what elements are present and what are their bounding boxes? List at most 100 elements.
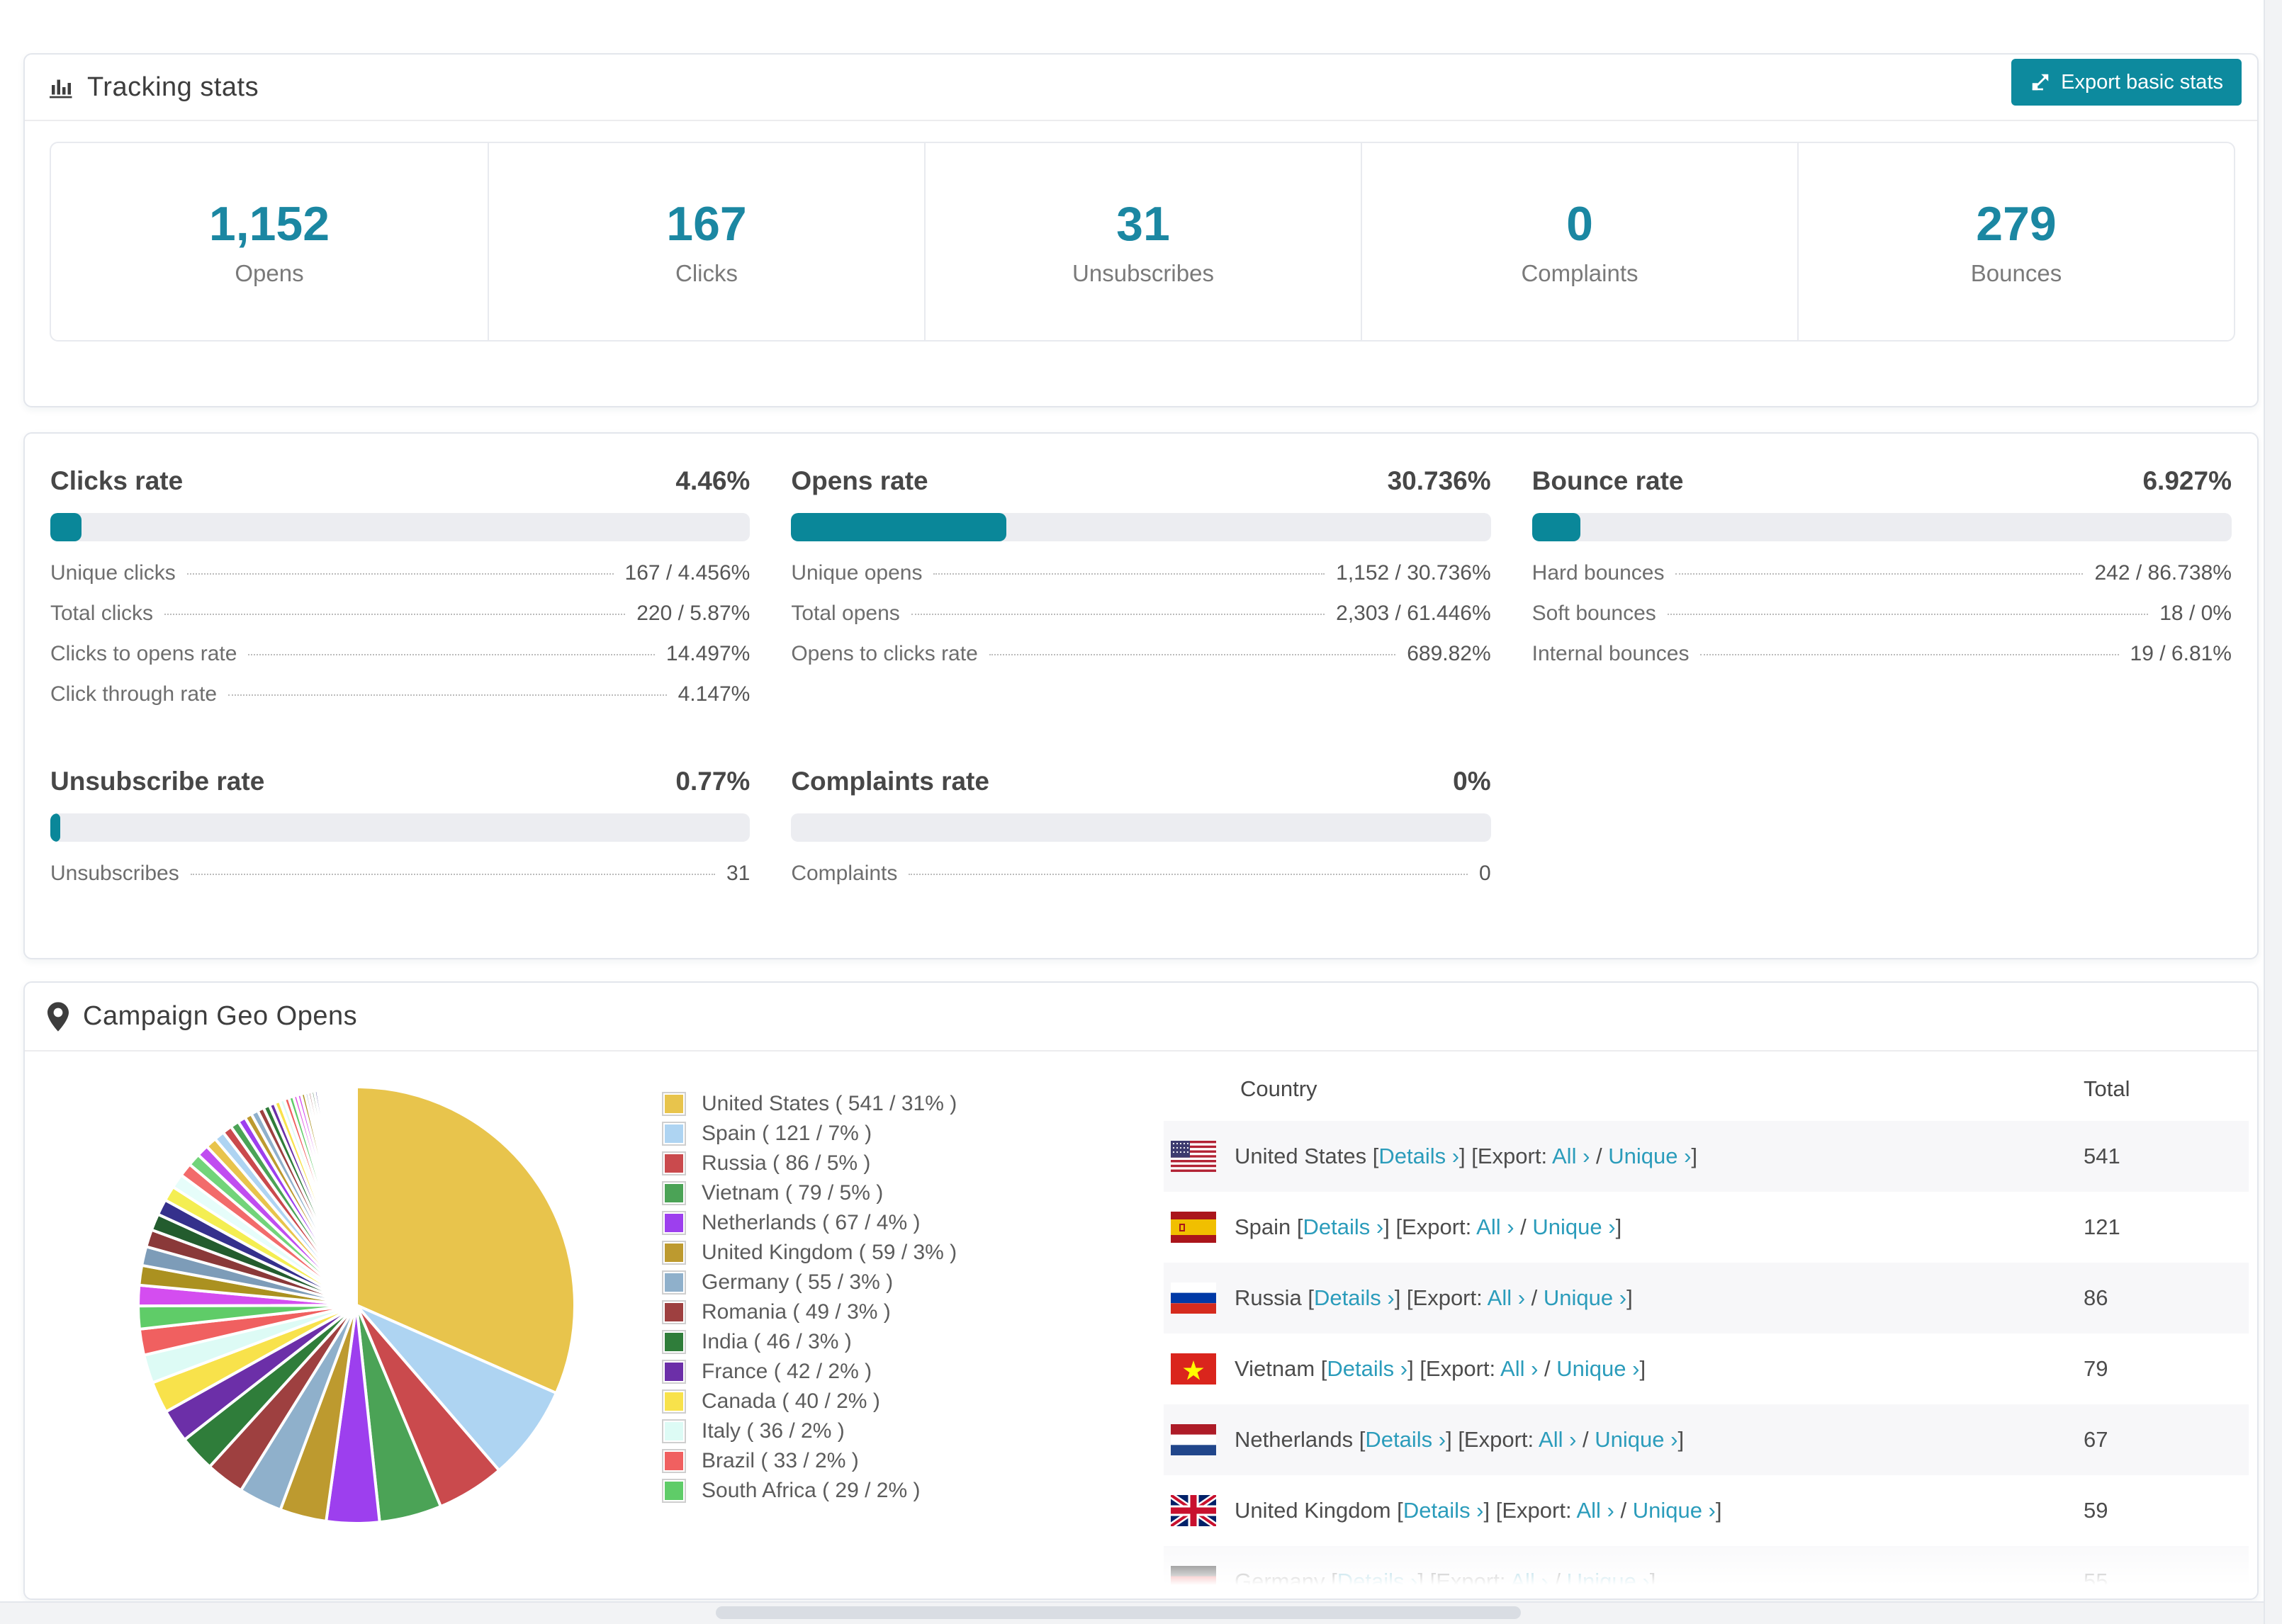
rate-value: 0% — [1453, 767, 1491, 796]
rate-detail-value: 4.147% — [678, 682, 751, 706]
rate-detail-row: Unique clicks 167 / 4.456% — [50, 561, 750, 602]
details-link[interactable]: Details › — [1365, 1427, 1446, 1452]
total-cell: 541 — [2084, 1144, 2120, 1168]
rate-detail-row: Complaints 0 — [791, 862, 1490, 902]
details-link[interactable]: Details › — [1303, 1214, 1384, 1239]
export-unique-link[interactable]: Unique › — [1608, 1144, 1691, 1168]
rate-detail-value: 14.497% — [665, 642, 751, 665]
rate-detail-row: Click through rate 4.147% — [50, 682, 750, 723]
rate-progress-track — [50, 513, 751, 541]
export-all-link[interactable]: All › — [1476, 1214, 1514, 1239]
legend-label: Netherlands ( 67 / 4% ) — [702, 1211, 921, 1234]
flag-icon-de — [1171, 1566, 1216, 1597]
rate-progress-fill — [50, 513, 82, 541]
horizontal-scrollbar[interactable] — [0, 1601, 2265, 1624]
details-link[interactable]: Details › — [1314, 1285, 1395, 1310]
stat-value: 279 — [1976, 197, 2057, 251]
rates-grid: Clicks rate 4.46% Unique clicks 167 / 4.456… — [25, 434, 2257, 930]
rate-value: 30.736% — [1387, 466, 1491, 495]
country-cell: Vietnam [Details ›] [Export: All › / Uni… — [1235, 1356, 1646, 1382]
bracket-text: ] [Export: — [1483, 1498, 1577, 1523]
legend-label: Spain ( 121 / 7% ) — [702, 1122, 872, 1145]
bracket-text: ] [Export: — [1417, 1569, 1511, 1594]
country-cell: Spain [Details ›] [Export: All › / Uniqu… — [1235, 1214, 1621, 1240]
details-link[interactable]: Details › — [1378, 1144, 1459, 1168]
geo-table-row-es: Spain [Details ›] [Export: All › / Uniqu… — [1164, 1192, 2249, 1263]
rate-section-header: Clicks rate 4.46% — [50, 466, 750, 496]
geo-table-row-us: United States [Details ›] [Export: All ›… — [1164, 1121, 2249, 1192]
export-all-link[interactable]: All › — [1500, 1356, 1538, 1381]
legend-label: India ( 46 / 3% ) — [702, 1330, 852, 1353]
total-cell: 79 — [2084, 1356, 2108, 1381]
stat-label: Opens — [235, 260, 304, 286]
geo-header: Campaign Geo Opens — [25, 983, 2257, 1051]
legend-label: France ( 42 / 2% ) — [702, 1360, 872, 1383]
rate-detail-value: 167 / 4.456% — [624, 561, 751, 585]
export-all-link[interactable]: All › — [1510, 1569, 1548, 1594]
export-unique-link[interactable]: Unique › — [1633, 1498, 1716, 1523]
rate-section-header: Bounce rate 6.927% — [1532, 466, 2232, 496]
country-name: Germany [ — [1235, 1569, 1337, 1594]
stat-label: Unsubscribes — [1072, 260, 1214, 286]
slash-text: / — [1525, 1285, 1544, 1310]
pie-legend: United States ( 541 / 31% ) Spain ( 121 /… — [662, 1089, 957, 1506]
export-unique-link[interactable]: Unique › — [1544, 1285, 1626, 1310]
export-all-link[interactable]: All › — [1576, 1498, 1614, 1523]
legend-swatch — [662, 1181, 686, 1205]
rate-detail-value: 0 — [1478, 862, 1491, 885]
legend-swatch — [662, 1300, 686, 1324]
export-basic-stats-button[interactable]: Export basic stats — [2011, 59, 2242, 106]
legend-label: South Africa ( 29 / 2% ) — [702, 1479, 921, 1502]
legend-item: South Africa ( 29 / 2% ) — [662, 1476, 957, 1506]
rate-detail-row: Hard bounces 242 / 86.738% — [1532, 561, 2232, 602]
flag-icon-nl — [1171, 1424, 1216, 1455]
geo-table-body: United States [Details ›] [Export: All ›… — [1164, 1121, 2249, 1598]
rate-section-bounce-rate: Bounce rate 6.927% Hard bounces 242 / 86.73… — [1531, 466, 2232, 723]
stat-value: 0 — [1566, 197, 1593, 251]
details-link[interactable]: Details › — [1337, 1569, 1418, 1594]
rate-detail-value: 220 / 5.87% — [636, 602, 751, 625]
summary-stats-strip: 1,152 Opens 167 Clicks 31 Unsubscribes 0 Compla… — [50, 142, 2235, 342]
export-unique-link[interactable]: Unique › — [1532, 1214, 1615, 1239]
legend-item: United Kingdom ( 59 / 3% ) — [662, 1238, 957, 1268]
rate-progress-fill — [1531, 513, 1581, 541]
geo-table-row-nl: Netherlands [Details ›] [Export: All › /… — [1164, 1404, 2249, 1475]
geo-table: Country Total United States [Details ›] … — [1164, 1057, 2249, 1598]
rate-detail-label: Hard bounces — [1531, 561, 1665, 585]
legend-swatch — [662, 1092, 686, 1116]
geo-opens-pie-chart — [136, 1085, 576, 1525]
details-link[interactable]: Details › — [1403, 1498, 1484, 1523]
legend-swatch — [662, 1479, 686, 1503]
bracket-close: ] — [1639, 1356, 1646, 1381]
export-all-link[interactable]: All › — [1552, 1144, 1590, 1168]
country-cell: Germany [Details ›] [Export: All › / Uni… — [1235, 1569, 1656, 1594]
legend-label: Canada ( 40 / 2% ) — [702, 1389, 880, 1413]
dotted-leader — [228, 694, 667, 696]
legend-item: Canada ( 40 / 2% ) — [662, 1387, 957, 1416]
legend-item: Russia ( 86 / 5% ) — [662, 1149, 957, 1178]
legend-item: Brazil ( 33 / 2% ) — [662, 1446, 957, 1476]
export-unique-link[interactable]: Unique › — [1556, 1356, 1639, 1381]
geo-table-header: Country Total — [1164, 1057, 2249, 1121]
export-all-link[interactable]: All › — [1488, 1285, 1525, 1310]
stat-value: 167 — [666, 197, 747, 251]
legend-swatch — [662, 1241, 686, 1265]
legend-swatch — [662, 1122, 686, 1146]
campaign-stats-page: Tracking stats Export basic stats 1,152 O… — [0, 0, 2282, 1624]
export-all-link[interactable]: All › — [1539, 1427, 1576, 1452]
rate-detail-label: Internal bounces — [1531, 642, 1690, 665]
campaign-geo-opens-card: Campaign Geo Opens United States ( 541 /… — [23, 981, 2259, 1600]
vertical-scrollbar[interactable] — [2264, 0, 2282, 1624]
rate-section-header: Complaints rate 0% — [791, 767, 1490, 796]
horizontal-scrollbar-thumb[interactable] — [716, 1606, 1521, 1619]
rate-detail-label: Click through rate — [50, 682, 218, 706]
rate-section-clicks-rate: Clicks rate 4.46% Unique clicks 167 / 4.456… — [50, 466, 751, 723]
export-unique-link[interactable]: Unique › — [1595, 1427, 1677, 1452]
geo-table-row-vn: Vietnam [Details ›] [Export: All › / Uni… — [1164, 1333, 2249, 1404]
tracking-stats-card: Tracking stats Export basic stats 1,152 O… — [23, 53, 2259, 407]
dotted-leader — [911, 614, 1325, 615]
rate-detail-label: Clicks to opens rate — [50, 642, 237, 665]
export-unique-link[interactable]: Unique › — [1567, 1569, 1650, 1594]
slash-text: / — [1538, 1356, 1557, 1381]
details-link[interactable]: Details › — [1327, 1356, 1407, 1381]
